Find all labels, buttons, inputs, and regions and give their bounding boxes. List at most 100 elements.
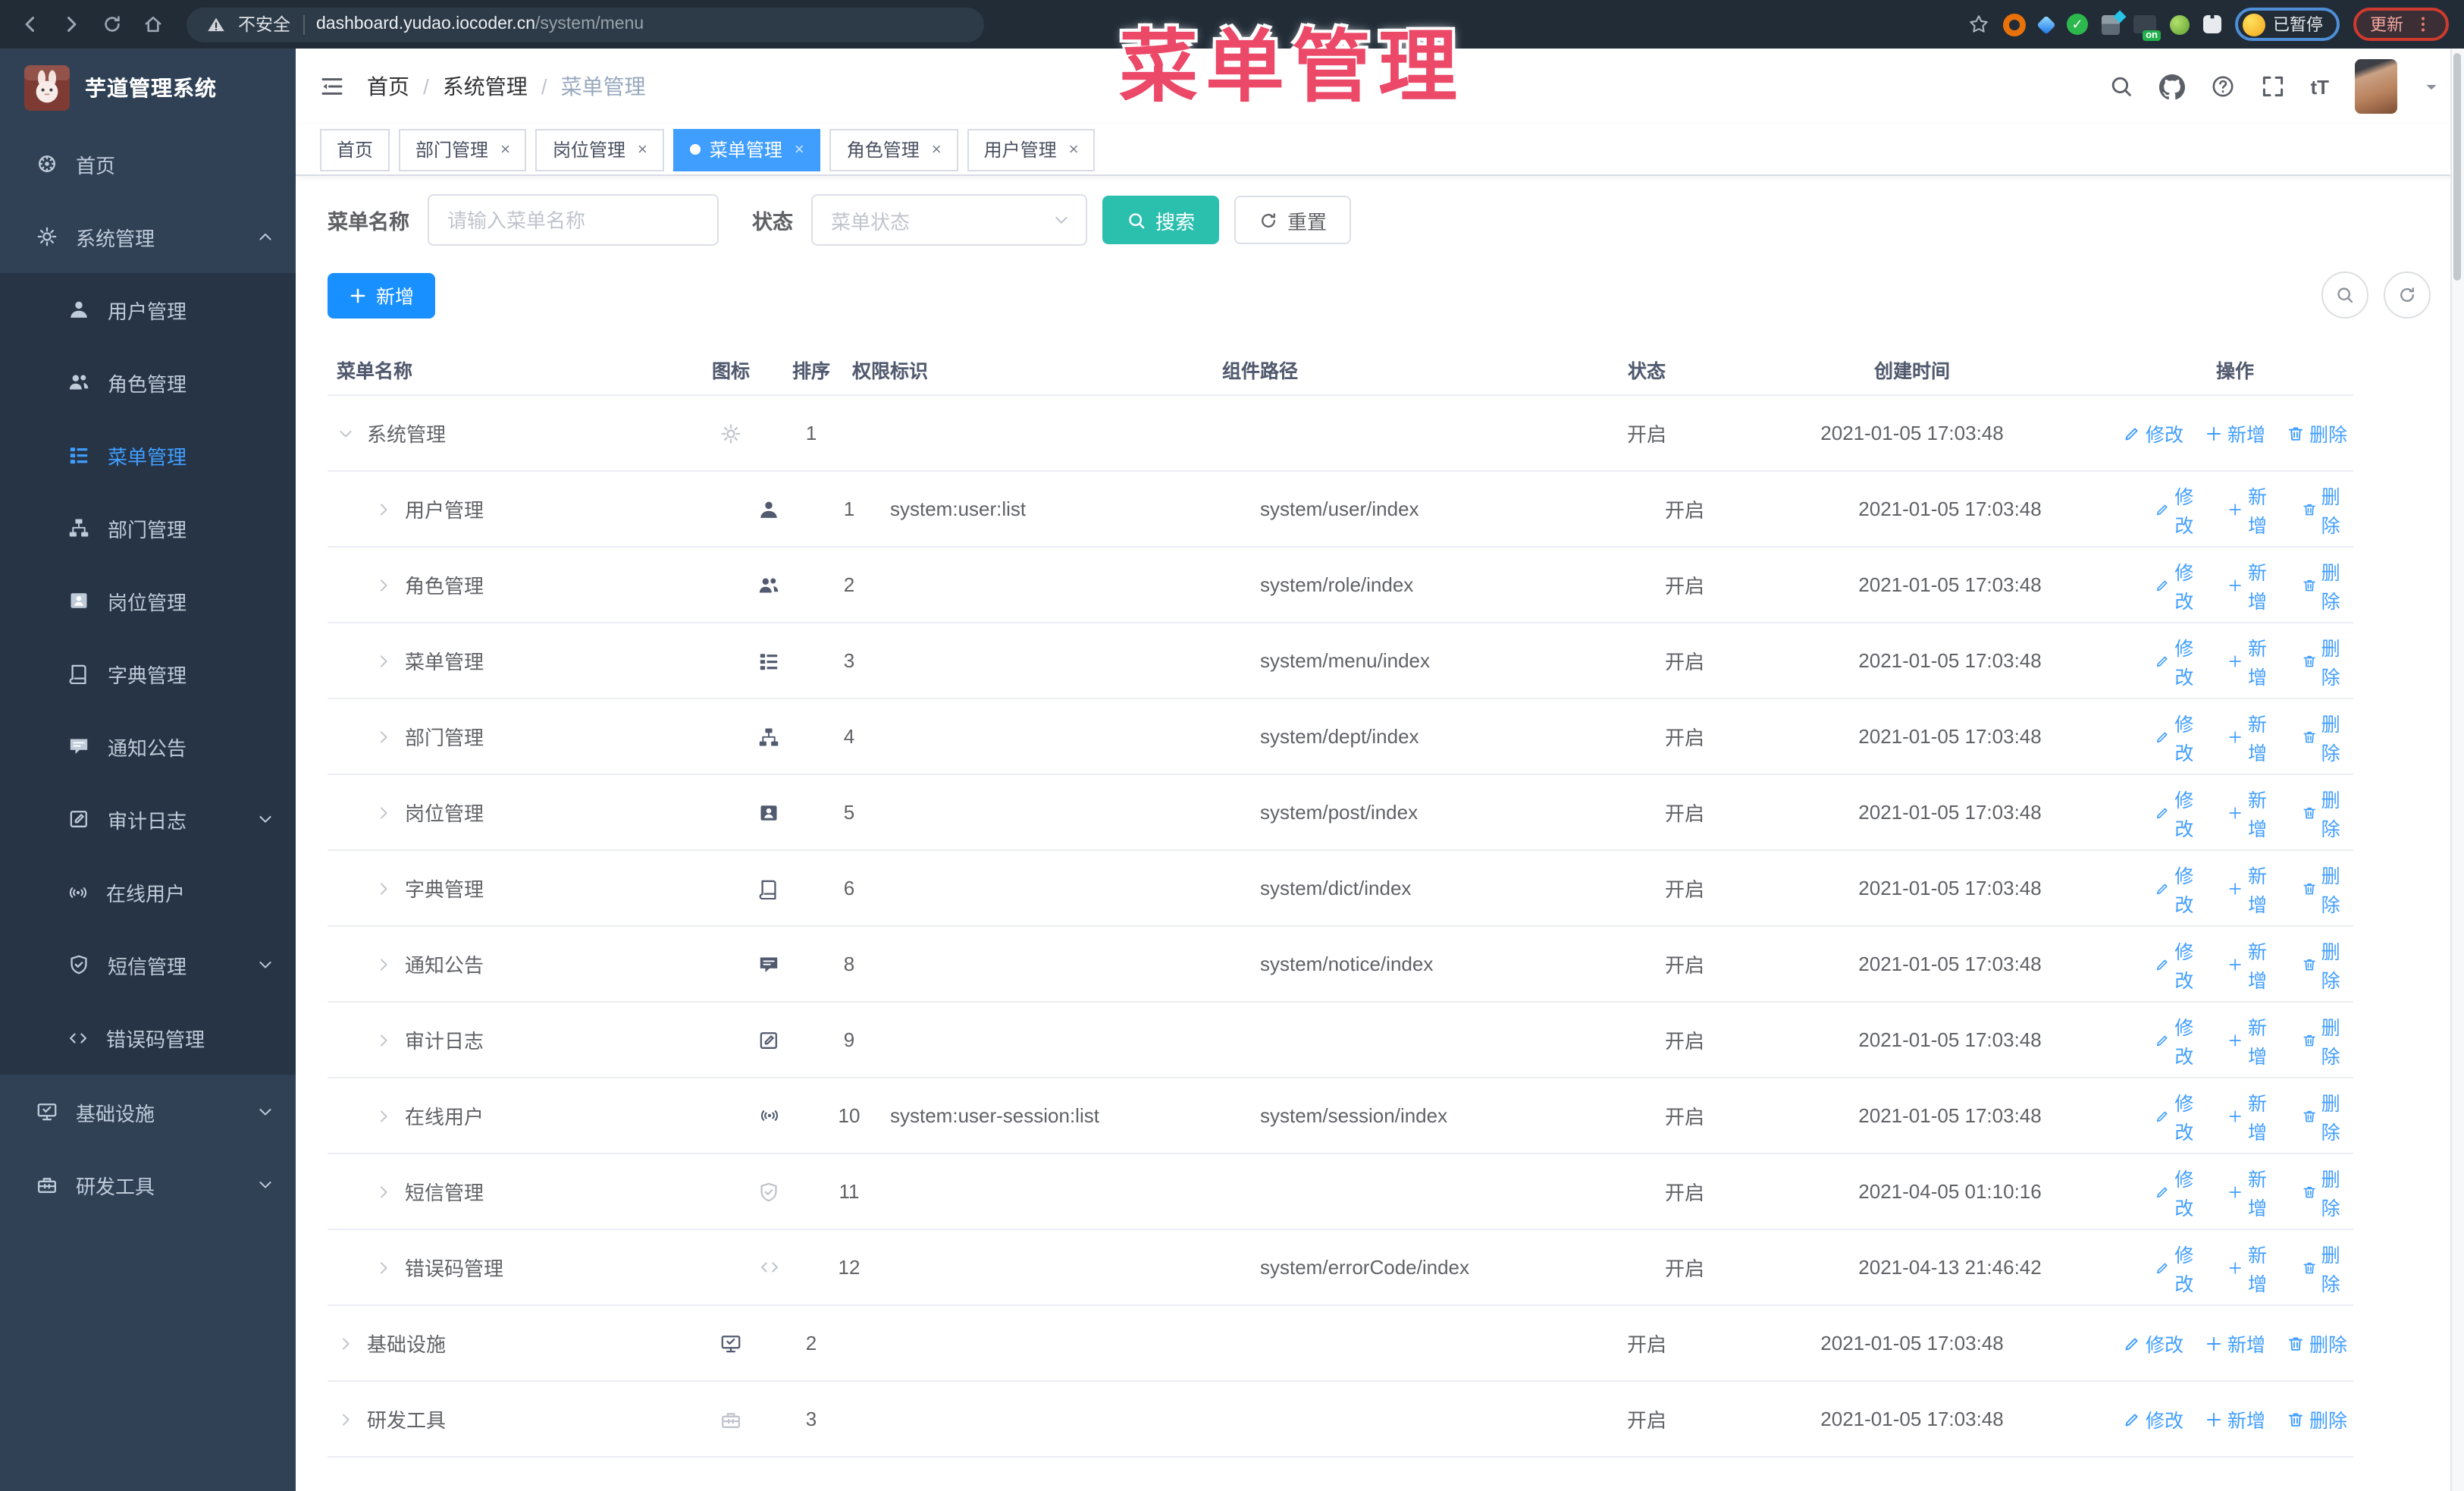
sidebar-item-2[interactable]: 用户管理 — [0, 273, 296, 346]
sidebar-item-10[interactable]: 在线用户 — [0, 855, 296, 928]
avatar[interactable] — [2355, 59, 2397, 114]
toggle-search-button[interactable] — [2321, 272, 2368, 319]
reload-icon[interactable] — [97, 9, 127, 39]
row-action-delete[interactable]: 删除 — [2301, 1238, 2353, 1296]
row-action-delete[interactable]: 删除 — [2287, 419, 2347, 447]
extension-icon[interactable]: ✓ — [2067, 14, 2088, 35]
caret-right-icon[interactable] — [375, 1106, 393, 1125]
row-action-add[interactable]: 新增 — [2228, 859, 2281, 917]
row-action-edit[interactable]: 修改 — [2155, 783, 2207, 841]
sidebar-item-9[interactable]: 审计日志 — [0, 783, 296, 855]
menu-name-input[interactable] — [428, 194, 719, 246]
profile-paused-chip[interactable]: 已暂停 — [2235, 8, 2340, 41]
row-action-add[interactable]: 新增 — [2205, 1405, 2265, 1433]
sidebar-item-7[interactable]: 字典管理 — [0, 637, 296, 710]
extension-icon[interactable] — [2036, 14, 2056, 34]
forward-icon[interactable] — [56, 9, 86, 39]
row-action-add[interactable]: 新增 — [2228, 935, 2281, 993]
row-action-add[interactable]: 新增 — [2228, 1087, 2281, 1144]
caret-right-icon[interactable] — [375, 1258, 393, 1276]
back-icon[interactable] — [15, 9, 45, 39]
reset-button[interactable]: 重置 — [1234, 196, 1352, 244]
breadcrumb-item[interactable]: 系统管理 — [443, 71, 528, 102]
sidebar-item-4[interactable]: 菜单管理 — [0, 419, 296, 491]
search-button[interactable]: 搜索 — [1102, 196, 1220, 244]
sidebar-item-5[interactable]: 部门管理 — [0, 491, 296, 564]
font-size-icon[interactable]: tT — [2310, 75, 2329, 98]
caret-right-icon[interactable] — [375, 1031, 393, 1049]
row-action-delete[interactable]: 删除 — [2301, 783, 2353, 841]
row-action-edit[interactable]: 修改 — [2155, 859, 2207, 917]
row-action-edit[interactable]: 修改 — [2155, 480, 2207, 538]
caret-down-icon[interactable] — [337, 424, 355, 442]
close-icon[interactable]: × — [500, 140, 510, 159]
hamburger-icon[interactable] — [320, 74, 344, 99]
row-action-add[interactable]: 新增 — [2228, 1238, 2281, 1296]
row-action-add[interactable]: 新增 — [2228, 556, 2281, 614]
breadcrumb-item[interactable]: 首页 — [367, 71, 409, 102]
caret-right-icon[interactable] — [375, 1182, 393, 1201]
caret-right-icon[interactable] — [375, 879, 393, 897]
row-action-delete[interactable]: 删除 — [2301, 1011, 2353, 1069]
row-action-add[interactable]: 新增 — [2228, 1163, 2281, 1220]
window-scrollbar[interactable] — [2450, 49, 2464, 1491]
row-action-delete[interactable]: 删除 — [2301, 1087, 2353, 1144]
caret-right-icon[interactable] — [375, 576, 393, 594]
caret-right-icon[interactable] — [337, 1334, 355, 1352]
search-icon[interactable] — [2108, 74, 2133, 99]
close-icon[interactable]: × — [1069, 140, 1079, 159]
row-action-add[interactable]: 新增 — [2205, 1329, 2265, 1358]
row-action-delete[interactable]: 删除 — [2301, 480, 2353, 538]
sidebar-item-6[interactable]: 岗位管理 — [0, 564, 296, 637]
row-action-edit[interactable]: 修改 — [2155, 1163, 2207, 1220]
chevron-down-icon[interactable] — [2423, 78, 2440, 95]
row-action-add[interactable]: 新增 — [2228, 632, 2281, 689]
row-action-edit[interactable]: 修改 — [2123, 419, 2183, 447]
add-button[interactable]: 新增 — [328, 272, 436, 318]
sidebar-item-0[interactable]: 首页 — [0, 127, 296, 200]
close-icon[interactable]: × — [638, 140, 647, 159]
row-action-edit[interactable]: 修改 — [2155, 708, 2207, 765]
row-action-add[interactable]: 新增 — [2228, 708, 2281, 765]
row-action-add[interactable]: 新增 — [2205, 419, 2265, 447]
tab-1[interactable]: 部门管理 × — [399, 128, 527, 171]
row-action-add[interactable]: 新增 — [2228, 480, 2281, 538]
row-action-add[interactable]: 新增 — [2228, 1011, 2281, 1069]
row-action-edit[interactable]: 修改 — [2155, 556, 2207, 614]
tab-2[interactable]: 岗位管理 × — [535, 128, 664, 171]
sidebar-item-12[interactable]: 错误码管理 — [0, 1001, 296, 1074]
address-bar[interactable]: 不安全 dashboard.yudao.iocoder.cn/system/me… — [187, 7, 984, 42]
row-action-delete[interactable]: 删除 — [2301, 708, 2353, 765]
caret-right-icon[interactable] — [375, 955, 393, 973]
row-action-delete[interactable]: 删除 — [2287, 1329, 2347, 1358]
bookmark-star-icon[interactable] — [1968, 14, 1989, 35]
extension-icon[interactable] — [2170, 14, 2190, 34]
caret-right-icon[interactable] — [375, 727, 393, 746]
sidebar-item-8[interactable]: 通知公告 — [0, 710, 296, 783]
row-action-delete[interactable]: 删除 — [2287, 1405, 2347, 1433]
row-action-edit[interactable]: 修改 — [2155, 935, 2207, 993]
tab-5[interactable]: 用户管理 × — [967, 128, 1096, 171]
sidebar-item-1[interactable]: 系统管理 — [0, 200, 296, 273]
sidebar-item-11[interactable]: 短信管理 — [0, 928, 296, 1001]
extension-icon[interactable] — [2102, 14, 2120, 34]
close-icon[interactable]: × — [932, 140, 942, 159]
row-action-edit[interactable]: 修改 — [2155, 1087, 2207, 1144]
caret-right-icon[interactable] — [375, 803, 393, 821]
tab-0[interactable]: 首页 — [320, 128, 390, 171]
row-action-edit[interactable]: 修改 — [2155, 632, 2207, 689]
tab-3[interactable]: 菜单管理 × — [672, 128, 821, 171]
tab-4[interactable]: 角色管理 × — [829, 128, 958, 171]
extensions-puzzle-icon[interactable] — [2203, 15, 2221, 33]
row-action-add[interactable]: 新增 — [2228, 783, 2281, 841]
home-button-icon[interactable] — [138, 9, 168, 39]
row-action-delete[interactable]: 删除 — [2301, 632, 2353, 689]
extension-on-icon[interactable] — [2133, 15, 2161, 41]
sidebar-item-3[interactable]: 角色管理 — [0, 346, 296, 419]
sidebar-item-14[interactable]: 研发工具 — [0, 1148, 296, 1221]
row-action-delete[interactable]: 删除 — [2301, 859, 2353, 917]
github-icon[interactable] — [2158, 74, 2185, 99]
caret-right-icon[interactable] — [337, 1410, 355, 1428]
sidebar-item-13[interactable]: 基础设施 — [0, 1074, 296, 1148]
app-logo-row[interactable]: 芋道管理系统 — [0, 49, 296, 127]
